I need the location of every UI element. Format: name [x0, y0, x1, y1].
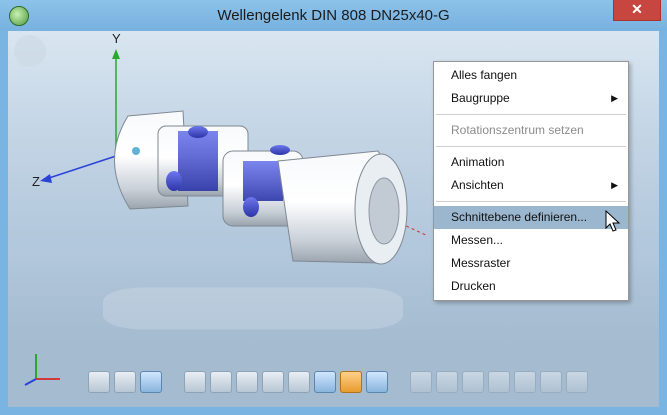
- menu-item-messraster[interactable]: Messraster: [434, 252, 628, 275]
- menu-item-label: Alles fangen: [451, 68, 518, 82]
- menu-item-rotationszentrum: Rotationszentrum setzen: [434, 119, 628, 142]
- menu-item-label: Drucken: [451, 279, 496, 293]
- menu-item-animation[interactable]: Animation: [434, 151, 628, 174]
- cylinder-dark-icon[interactable]: [140, 371, 162, 393]
- zoom-icon[interactable]: [184, 371, 206, 393]
- view-cube-1-icon[interactable]: [410, 371, 432, 393]
- context-menu: Alles fangen Baugruppe ▶ Rotationszentrum…: [433, 61, 629, 301]
- rotate-icon[interactable]: [236, 371, 258, 393]
- menu-separator: [436, 114, 626, 115]
- axis-triad-icon: [24, 354, 60, 386]
- menu-item-label: Rotationszentrum setzen: [451, 123, 584, 137]
- menu-item-label: Ansichten: [451, 178, 504, 192]
- title-bar: Wellengelenk DIN 808 DN25x40-G ✕: [0, 0, 667, 31]
- menu-item-label: Messen...: [451, 233, 504, 247]
- menu-item-alles-fangen[interactable]: Alles fangen: [434, 64, 628, 87]
- cylinder-light-icon[interactable]: [114, 371, 136, 393]
- z-axis-label: Z: [32, 174, 40, 189]
- app-window: Wellengelenk DIN 808 DN25x40-G ✕ Y Z All…: [0, 0, 667, 415]
- view-cube-3-icon[interactable]: [462, 371, 484, 393]
- dimensions-icon[interactable]: [262, 371, 284, 393]
- view-toolbar: [88, 365, 588, 399]
- menu-separator: [436, 201, 626, 202]
- snap-point: [132, 147, 140, 155]
- menu-item-label: Animation: [451, 155, 505, 169]
- cylinder-outline-icon[interactable]: [88, 371, 110, 393]
- window-title: Wellengelenk DIN 808 DN25x40-G: [217, 7, 450, 24]
- menu-item-label: Messraster: [451, 256, 511, 270]
- menu-item-drucken[interactable]: Drucken: [434, 275, 628, 298]
- view-cube-6-icon[interactable]: [540, 371, 562, 393]
- render-icon[interactable]: [314, 371, 336, 393]
- mouse-cursor-icon: [605, 210, 621, 232]
- z-axis: [45, 155, 117, 180]
- menu-item-label: Schnittebene definieren...: [451, 210, 588, 224]
- menu-item-messen[interactable]: Messen...: [434, 229, 628, 252]
- view-cube-4-icon[interactable]: [488, 371, 510, 393]
- wireframe-icon[interactable]: [288, 371, 310, 393]
- menu-item-label: Baugruppe: [451, 91, 510, 105]
- menu-item-ansichten[interactable]: Ansichten ▶: [434, 174, 628, 197]
- view-cube-2-icon[interactable]: [436, 371, 458, 393]
- navigation-sphere-icon[interactable]: [14, 35, 46, 67]
- menu-item-schnittebene[interactable]: Schnittebene definieren...: [434, 206, 628, 229]
- y-axis-label: Y: [112, 31, 121, 46]
- menu-item-baugruppe[interactable]: Baugruppe ▶: [434, 87, 628, 110]
- close-button[interactable]: ✕: [613, 0, 661, 21]
- menu-separator: [436, 146, 626, 147]
- view-cube-7-icon[interactable]: [566, 371, 588, 393]
- zoom-window-icon[interactable]: [210, 371, 232, 393]
- view-cube-5-icon[interactable]: [514, 371, 536, 393]
- color-cube-icon[interactable]: [340, 371, 362, 393]
- submenu-arrow-icon: ▶: [611, 93, 618, 103]
- shaded-cube-icon[interactable]: [366, 371, 388, 393]
- submenu-arrow-icon: ▶: [611, 180, 618, 190]
